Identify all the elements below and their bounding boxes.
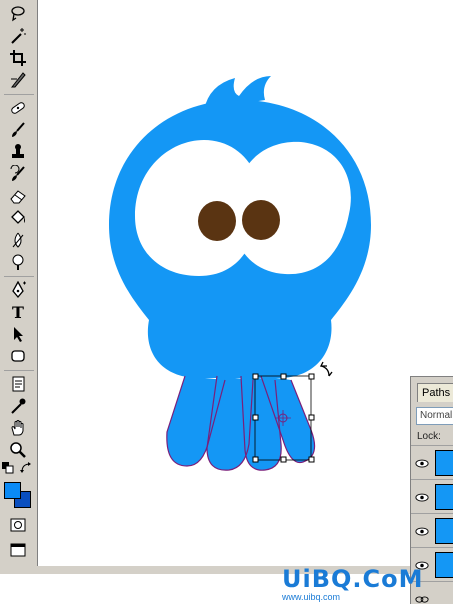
slice-icon[interactable] — [7, 70, 29, 90]
default-colors-icon[interactable] — [2, 462, 16, 474]
layer-row[interactable] — [411, 479, 453, 513]
layer-thumbnail — [435, 484, 453, 510]
document-canvas[interactable] — [39, 0, 453, 566]
lock-label: Lock: — [417, 431, 441, 442]
layer-row[interactable] — [411, 513, 453, 547]
eye-icon[interactable] — [413, 454, 431, 472]
clone-stamp-icon[interactable] — [7, 142, 29, 162]
pen-icon[interactable] — [7, 280, 29, 300]
paint-bucket-icon[interactable] — [7, 208, 29, 228]
layer-thumbnail — [435, 518, 453, 544]
bird-artwork — [109, 76, 371, 471]
healing-brush-icon[interactable] — [7, 98, 29, 118]
eyedropper-icon[interactable] — [7, 396, 29, 416]
blend-mode-select[interactable]: Normal — [416, 407, 453, 425]
eraser-icon[interactable] — [7, 186, 29, 206]
right-pupil — [242, 200, 280, 240]
brush-icon[interactable] — [7, 120, 29, 140]
dodge-icon[interactable] — [7, 252, 29, 272]
toolbox: T — [0, 0, 38, 566]
shape-icon[interactable] — [7, 346, 29, 366]
layer-thumbnail — [435, 450, 453, 476]
layer-row[interactable] — [411, 445, 453, 479]
crop-icon[interactable] — [7, 48, 29, 68]
rotate-cursor-icon — [319, 361, 333, 377]
eye-icon[interactable] — [413, 522, 431, 540]
notes-icon[interactable] — [7, 374, 29, 394]
magic-wand-icon[interactable] — [7, 26, 29, 46]
history-brush-icon[interactable] — [7, 164, 29, 184]
tab-paths[interactable]: Paths — [417, 383, 453, 402]
foreground-color-swatch[interactable] — [4, 482, 21, 499]
zoom-icon[interactable] — [7, 440, 29, 460]
swap-colors-icon[interactable] — [20, 462, 34, 474]
eye-icon[interactable] — [413, 488, 431, 506]
left-pupil — [198, 201, 236, 241]
lasso-icon[interactable] — [7, 4, 29, 24]
path-selection-icon[interactable] — [7, 324, 29, 344]
hand-icon[interactable] — [7, 418, 29, 438]
watermark-subtext: www.uibq.com — [282, 592, 341, 602]
type-icon[interactable]: T — [7, 302, 29, 322]
screen-mode-icon[interactable] — [7, 540, 29, 560]
blur-icon[interactable] — [7, 230, 29, 250]
quick-mask-icon[interactable] — [7, 515, 29, 535]
